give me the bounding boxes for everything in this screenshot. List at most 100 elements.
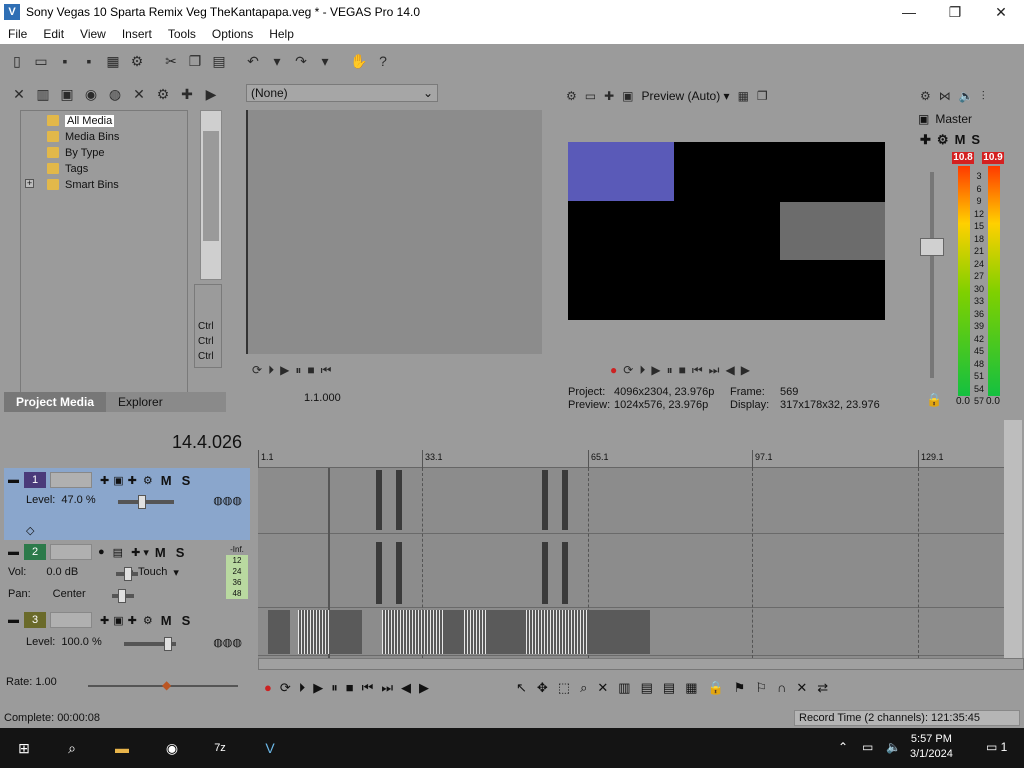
minimize-button[interactable]: — bbox=[886, 0, 932, 24]
fx-icon[interactable]: ✚ bbox=[100, 474, 109, 487]
trimmer-view[interactable] bbox=[246, 110, 542, 354]
previous-frame-icon[interactable]: ◀ bbox=[401, 680, 411, 696]
rate-slider-knob[interactable]: ◆ bbox=[162, 678, 171, 692]
solo-button[interactable]: S bbox=[176, 545, 185, 560]
go-to-end-icon[interactable]: ⏭ bbox=[709, 363, 720, 378]
track-name-field[interactable] bbox=[50, 612, 92, 628]
record-icon[interactable]: ● bbox=[264, 680, 272, 696]
maximize-button[interactable]: ❐ bbox=[932, 0, 978, 24]
record-icon[interactable]: ● bbox=[610, 363, 617, 377]
track-header-1[interactable]: ▬ 1 ✚ ▣ ✚ ⚙ M S Level: 47.0 % ◍◍◍ ◇ bbox=[4, 468, 250, 540]
go-to-end-icon[interactable]: ⏭ bbox=[381, 680, 393, 696]
audio-event[interactable] bbox=[396, 542, 402, 604]
collapse-icon[interactable]: ▬ bbox=[8, 474, 19, 486]
loop-icon[interactable]: ⟳ bbox=[252, 363, 262, 377]
paste-icon[interactable]: ▤ bbox=[208, 50, 230, 72]
video-event[interactable] bbox=[376, 470, 382, 530]
play-icon[interactable]: ▶ bbox=[313, 680, 323, 696]
play-from-start-icon[interactable]: ⏵ bbox=[268, 363, 274, 378]
trim-start-icon[interactable]: ▤ bbox=[641, 680, 653, 696]
video-event[interactable] bbox=[382, 610, 444, 654]
lock-icon[interactable]: 🔒 bbox=[707, 680, 723, 696]
go-to-start-icon[interactable]: ⏮ bbox=[692, 363, 703, 378]
menu-insert[interactable]: Insert bbox=[114, 27, 160, 41]
pause-icon[interactable]: ⏸ bbox=[331, 680, 338, 696]
hand-tool-icon[interactable]: ✋ bbox=[348, 50, 370, 72]
timeline-area[interactable] bbox=[258, 468, 1004, 658]
new-file-icon[interactable]: ▯ bbox=[6, 50, 28, 72]
track-3-level-slider[interactable] bbox=[124, 637, 176, 651]
track-header-2[interactable]: ▬ 2 ● ▤ ✚ ▾ M S Vol: 0.0 dB ⚙ Touch ▾ Pa… bbox=[4, 542, 250, 606]
file-explorer-icon[interactable]: ▬ bbox=[110, 736, 134, 760]
delete-icon[interactable]: ✕ bbox=[597, 680, 608, 696]
stop-icon[interactable]: ■ bbox=[307, 363, 314, 377]
mute-button[interactable]: M bbox=[955, 132, 966, 148]
notification-icon[interactable]: ▭ 1 bbox=[986, 740, 1007, 754]
mixer-icon[interactable]: ⫶ bbox=[982, 89, 985, 104]
menu-view[interactable]: View bbox=[72, 27, 114, 41]
track-1-level-slider[interactable] bbox=[118, 495, 174, 509]
envelope-tool-icon[interactable]: ✥ bbox=[537, 680, 548, 696]
fx-icon[interactable]: ✚ bbox=[920, 132, 931, 148]
media-properties-icon[interactable]: ⚙ bbox=[152, 83, 174, 105]
timeline-ruler[interactable]: 1.1 33.1 65.1 97.1 129.1 bbox=[258, 450, 1004, 468]
solo-button[interactable]: S bbox=[182, 473, 191, 488]
import-media-icon[interactable]: ▥ bbox=[32, 83, 54, 105]
tree-item-smart-bins[interactable]: Smart Bins bbox=[47, 177, 119, 192]
stop-icon[interactable]: ■ bbox=[346, 680, 354, 696]
gear-icon[interactable]: ⚙ bbox=[920, 89, 931, 103]
timeline-vertical-scrollbar[interactable] bbox=[1004, 420, 1022, 660]
whats-this-help-icon[interactable]: ? bbox=[372, 50, 394, 72]
remove-media-icon[interactable]: ✕ bbox=[128, 83, 150, 105]
play-icon[interactable]: ▶ bbox=[280, 363, 289, 377]
stop-icon[interactable]: ■ bbox=[679, 363, 686, 377]
selection-tool-icon[interactable]: ⬚ bbox=[558, 680, 570, 696]
marker-icon[interactable]: ⚑ bbox=[734, 680, 746, 696]
lock-icon[interactable]: 🔒 bbox=[926, 392, 942, 408]
fx-icon[interactable]: ✚ ▾ bbox=[131, 546, 149, 559]
composite-icon[interactable]: ▣ bbox=[113, 614, 123, 627]
go-to-start-icon[interactable]: ⏮ bbox=[362, 680, 374, 696]
region-icon[interactable]: ⚐ bbox=[755, 680, 767, 696]
render-icon[interactable]: ▦ bbox=[102, 50, 124, 72]
menu-help[interactable]: Help bbox=[261, 27, 302, 41]
menu-tools[interactable]: Tools bbox=[160, 27, 204, 41]
track-header-3[interactable]: ▬ 3 ✚ ▣ ✚ ⚙ M S Level: 100.0 % ◍◍◍ bbox=[4, 608, 250, 656]
motion-icon[interactable]: ✚ bbox=[128, 474, 137, 487]
tree-item-by-type[interactable]: By Type bbox=[47, 145, 105, 160]
gear-icon[interactable]: ⚙ bbox=[143, 474, 153, 487]
video-event[interactable] bbox=[588, 610, 650, 654]
track-2-pan-slider[interactable] bbox=[112, 589, 134, 603]
bypass-icon[interactable]: ◍◍◍ bbox=[213, 494, 242, 507]
redo-icon[interactable]: ↷ bbox=[290, 50, 312, 72]
gear-icon[interactable]: ⚙ bbox=[937, 132, 949, 148]
7zip-icon[interactable]: 7z bbox=[208, 736, 232, 760]
chevron-down-icon[interactable]: ▾ bbox=[173, 566, 179, 579]
split-screen-icon[interactable]: ✚ bbox=[604, 89, 614, 103]
next-frame-icon[interactable]: ▶ bbox=[741, 363, 750, 377]
solo-button[interactable]: S bbox=[971, 132, 980, 148]
redo-history-icon[interactable]: ▾ bbox=[314, 50, 336, 72]
fx-icon[interactable]: ✚ bbox=[100, 614, 109, 627]
undo-history-icon[interactable]: ▾ bbox=[266, 50, 288, 72]
gear-icon[interactable]: ⚙ bbox=[143, 614, 153, 627]
get-media-icon[interactable]: ◉ bbox=[80, 83, 102, 105]
tree-item-all-media[interactable]: All Media bbox=[47, 113, 115, 128]
mute-button[interactable]: M bbox=[161, 473, 172, 488]
normal-edit-tool-icon[interactable]: ↖ bbox=[516, 680, 527, 696]
save-as-icon[interactable]: ▪ bbox=[78, 50, 100, 72]
overlays-icon[interactable]: ▣ bbox=[622, 89, 633, 103]
go-to-start-icon[interactable]: ⏮ bbox=[321, 363, 332, 378]
properties-gear-icon[interactable]: ⚙ bbox=[126, 50, 148, 72]
auto-crossfade-icon[interactable]: ✕ bbox=[796, 680, 807, 696]
timeline-horizontal-scrollbar[interactable] bbox=[258, 658, 1024, 670]
video-event[interactable] bbox=[298, 610, 330, 654]
invert-phase-icon[interactable]: ▤ bbox=[113, 546, 123, 559]
trimmer-source-select[interactable]: (None) ⌄ bbox=[246, 84, 438, 102]
loop-icon[interactable]: ⟳ bbox=[280, 680, 291, 696]
snapping-icon[interactable]: ∩ bbox=[777, 680, 786, 696]
network-icon[interactable]: ▭ bbox=[862, 740, 873, 754]
trim-icon[interactable]: ▥ bbox=[618, 680, 630, 696]
zoom-tool-icon[interactable]: ⌕ bbox=[580, 680, 587, 696]
tab-project-media[interactable]: Project Media bbox=[4, 392, 107, 412]
